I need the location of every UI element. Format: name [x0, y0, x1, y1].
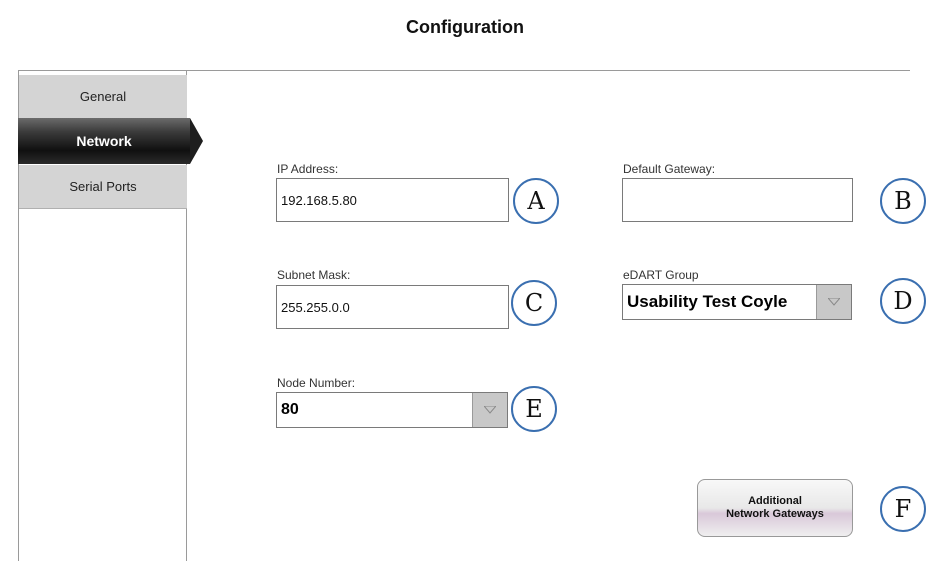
marker-a: A — [513, 178, 559, 224]
edart-group-select[interactable]: Usability Test Coyle — [622, 284, 852, 320]
ip-address-label: IP Address: — [277, 162, 339, 176]
edart-group-label: eDART Group — [623, 268, 699, 282]
sidebar-item-network[interactable]: Network — [18, 118, 190, 164]
additional-network-gateways-button[interactable]: Additional Network Gateways — [697, 479, 853, 537]
default-gateway-label: Default Gateway: — [623, 162, 716, 176]
node-number-value: 80 — [281, 401, 299, 418]
marker-e: E — [511, 386, 557, 432]
ip-address-input[interactable] — [276, 178, 509, 222]
sidebar: General Network Serial Ports — [18, 71, 203, 561]
node-number-select[interactable]: 80 — [276, 392, 508, 428]
marker-f: F — [880, 486, 926, 532]
active-tab-pointer — [190, 118, 203, 164]
marker-b: B — [880, 178, 926, 224]
chevron-down-icon — [828, 298, 840, 306]
page-title: Configuration — [406, 17, 524, 37]
node-number-label: Node Number: — [277, 376, 356, 390]
node-number-dropdown-button[interactable] — [472, 393, 507, 427]
additional-gateways-label-line1: Additional — [748, 495, 802, 507]
default-gateway-input[interactable] — [622, 178, 853, 222]
sidebar-item-serial-ports[interactable]: Serial Ports — [19, 165, 187, 209]
chevron-down-icon — [484, 406, 496, 414]
subnet-mask-input[interactable] — [276, 285, 509, 329]
additional-gateways-label-line2: Network Gateways — [726, 508, 824, 520]
sidebar-item-general[interactable]: General — [19, 75, 187, 119]
marker-c: C — [511, 280, 557, 326]
marker-d: D — [880, 278, 926, 324]
edart-group-dropdown-button[interactable] — [816, 285, 851, 319]
subnet-mask-label: Subnet Mask: — [277, 268, 351, 282]
edart-group-value: Usability Test Coyle — [627, 292, 788, 311]
